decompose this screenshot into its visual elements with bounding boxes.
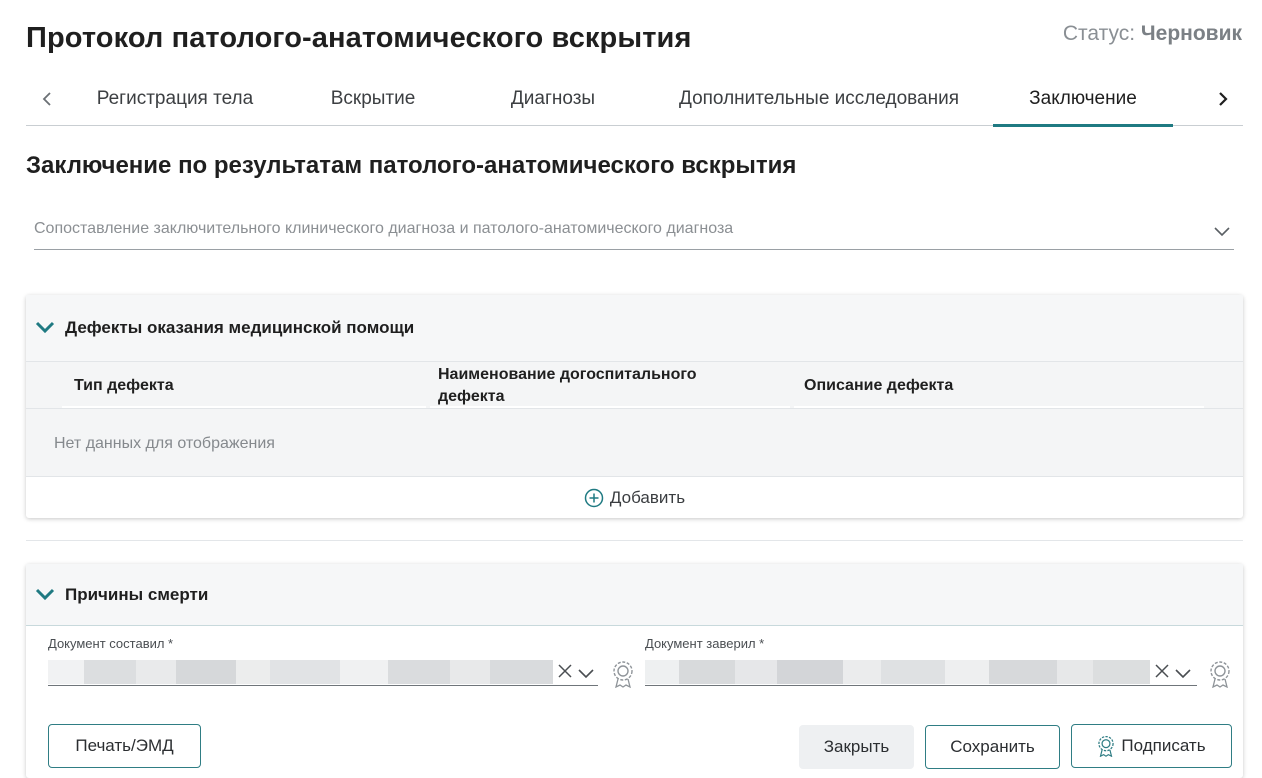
print-emd-button[interactable]: Печать/ЭМД	[48, 724, 201, 768]
page-title: Протокол патолого-анатомического вскрыти…	[26, 22, 692, 54]
save-button[interactable]: Сохранить	[925, 725, 1060, 769]
signature-seal-icon	[1098, 735, 1115, 757]
sign-button-label: Подписать	[1121, 736, 1206, 755]
signature-seal-icon[interactable]	[1209, 660, 1231, 693]
column-separator	[794, 406, 1204, 408]
death-causes-card-header[interactable]: Причины смерти	[26, 564, 1243, 626]
diagnosis-comparison-placeholder: Сопоставление заключительного клиническо…	[34, 220, 734, 237]
chevron-down-icon	[34, 584, 56, 606]
chevron-down-icon[interactable]	[578, 666, 594, 684]
status-value: Черновик	[1140, 22, 1242, 45]
status-label: Статус:	[1062, 22, 1136, 45]
column-separator	[430, 406, 790, 408]
defects-card-header[interactable]: Дефекты оказания медицинской помощи	[26, 295, 1243, 361]
signature-seal-icon[interactable]	[612, 660, 634, 693]
tab-diagnoses[interactable]: Диагнозы	[488, 72, 618, 126]
add-defect-label: Добавить	[609, 487, 686, 507]
certified-by-field: Документ заверил *	[645, 636, 1233, 690]
tab-autopsy[interactable]: Вскрытие	[308, 72, 438, 126]
empty-table-message: Нет данных для отображения	[54, 435, 275, 452]
tab-scroll-left-icon[interactable]	[34, 86, 60, 112]
defects-table-header: Тип дефекта Наименование догоспитального…	[26, 361, 1243, 409]
composed-by-label: Документ составил *	[48, 636, 174, 651]
tab-scroll-right-icon[interactable]	[1210, 86, 1236, 112]
add-defect-button[interactable]: Добавить	[26, 477, 1243, 518]
section-divider	[26, 540, 1243, 541]
redacted-value	[48, 660, 553, 684]
chevron-down-icon[interactable]	[1175, 666, 1191, 684]
diagnosis-comparison-select[interactable]: Сопоставление заключительного клиническо…	[34, 208, 1234, 250]
defects-table-body: Нет данных для отображения	[26, 409, 1243, 477]
tab-bar: Регистрация тела Вскрытие Диагнозы Допол…	[26, 72, 1243, 127]
column-separator	[62, 406, 426, 408]
chevron-down-icon	[1214, 224, 1230, 242]
composed-by-input[interactable]	[48, 658, 598, 686]
tab-body-registration[interactable]: Регистрация тела	[80, 72, 270, 126]
redacted-value	[645, 660, 1150, 684]
column-header-defect-type: Тип дефекта	[74, 377, 174, 394]
tab-conclusion[interactable]: Заключение	[993, 72, 1173, 127]
column-header-prehospital-defect-name: Наименование догоспитального дефекта	[438, 366, 697, 405]
death-causes-card: Причины смерти Документ составил * Докум…	[26, 564, 1243, 778]
death-causes-card-title: Причины смерти	[65, 584, 209, 604]
section-title: Заключение по результатам патолого-анато…	[26, 152, 797, 179]
defects-card: Дефекты оказания медицинской помощи Тип …	[26, 295, 1243, 518]
certified-by-input[interactable]	[645, 658, 1197, 686]
chevron-down-icon	[34, 317, 56, 339]
column-header-defect-description: Описание дефекта	[804, 377, 954, 394]
plus-circle-icon	[584, 488, 604, 507]
sign-button[interactable]: Подписать	[1071, 724, 1232, 768]
certified-by-label: Документ заверил *	[645, 636, 765, 651]
close-button[interactable]: Закрыть	[799, 725, 914, 769]
tab-additional-research[interactable]: Дополнительные исследования	[662, 72, 976, 126]
clear-icon[interactable]	[558, 664, 572, 683]
defects-card-title: Дефекты оказания медицинской помощи	[65, 318, 415, 337]
status-indicator: Статус: Черновик	[1063, 22, 1242, 46]
clear-icon[interactable]	[1155, 664, 1169, 683]
composed-by-field: Документ составил *	[48, 636, 636, 690]
